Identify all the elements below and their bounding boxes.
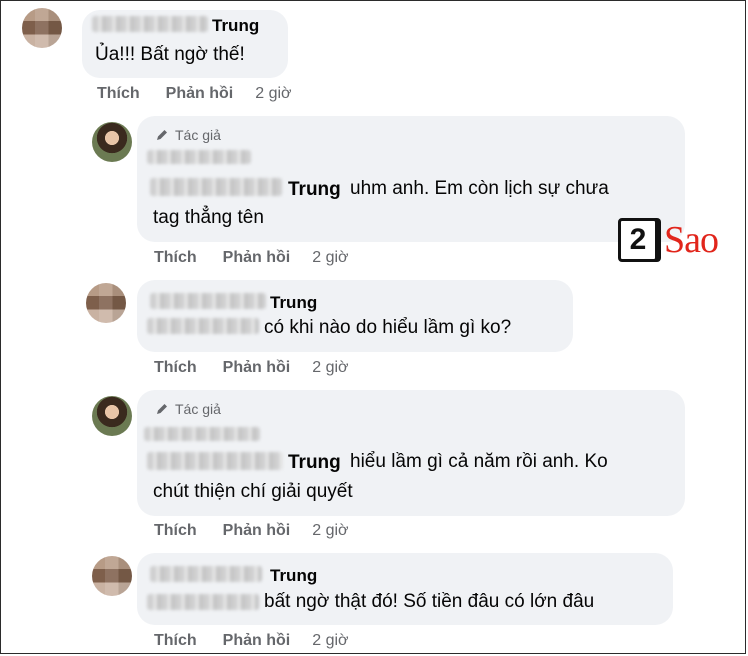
- timestamp[interactable]: 2 giờ: [312, 249, 348, 267]
- comment-text: có khi nào do hiểu lầm gì ko?: [264, 317, 512, 338]
- commenter-name[interactable]: Trung: [288, 179, 341, 201]
- author-badge-label: Tác giả: [175, 401, 221, 417]
- redacted-name: [147, 318, 259, 334]
- timestamp[interactable]: 2 giờ: [312, 522, 348, 540]
- reply-button[interactable]: Phản hồi: [223, 522, 291, 540]
- author-badge: Tác giả: [155, 127, 221, 143]
- commenter-name[interactable]: Trung: [288, 452, 341, 474]
- logo-number: 2: [618, 218, 658, 262]
- comment-actions: Thích Phản hồi 2 giờ: [97, 85, 292, 103]
- commenter-name[interactable]: Trung: [212, 16, 259, 36]
- reply-button[interactable]: Phản hồi: [223, 632, 291, 650]
- author-badge-label: Tác giả: [175, 127, 221, 143]
- logo-word: Sao: [664, 219, 719, 261]
- like-button[interactable]: Thích: [154, 522, 197, 540]
- comment-actions: Thích Phản hồi 2 giờ: [154, 249, 349, 267]
- comment-text: uhm anh. Em còn lịch sự chưa: [350, 178, 609, 199]
- redacted-name: [147, 150, 251, 164]
- reply-button[interactable]: Phản hồi: [223, 249, 291, 267]
- commenter-name[interactable]: Trung: [270, 566, 317, 586]
- pencil-icon: [157, 404, 167, 414]
- commenter-name[interactable]: Trung: [270, 293, 317, 313]
- redacted-name: [144, 427, 260, 441]
- timestamp[interactable]: 2 giờ: [312, 359, 348, 377]
- comment-text: Ủa!!! Bất ngờ thế!: [95, 44, 245, 65]
- redacted-name: [150, 293, 266, 309]
- reply-button[interactable]: Phản hồi: [223, 359, 291, 377]
- reply-button[interactable]: Phản hồi: [166, 85, 234, 103]
- like-button[interactable]: Thích: [154, 632, 197, 650]
- 2sao-logo: 2 Sao: [618, 218, 719, 262]
- redacted-name: [150, 178, 282, 196]
- pencil-icon: [157, 130, 167, 140]
- comment-actions: Thích Phản hồi 2 giờ: [154, 632, 349, 650]
- redacted-name: [92, 16, 208, 32]
- comment-text: tag thẳng tên: [153, 207, 264, 228]
- avatar[interactable]: [92, 122, 132, 162]
- avatar[interactable]: [86, 283, 126, 323]
- avatar[interactable]: [92, 396, 132, 436]
- redacted-name: [147, 452, 283, 470]
- redacted-name: [150, 566, 262, 582]
- redacted-name: [147, 594, 259, 610]
- comment-text: bất ngờ thật đó! Số tiền đâu có lớn đâu: [264, 591, 595, 612]
- comment-actions: Thích Phản hồi 2 giờ: [154, 359, 349, 377]
- avatar[interactable]: [22, 8, 62, 48]
- timestamp[interactable]: 2 giờ: [312, 632, 348, 650]
- comment-actions: Thích Phản hồi 2 giờ: [154, 522, 349, 540]
- author-badge: Tác giả: [155, 401, 221, 417]
- comment-text: hiểu lầm gì cả năm rồi anh. Ko: [350, 451, 608, 472]
- like-button[interactable]: Thích: [97, 85, 140, 103]
- like-button[interactable]: Thích: [154, 359, 197, 377]
- timestamp[interactable]: 2 giờ: [255, 85, 291, 103]
- avatar[interactable]: [92, 556, 132, 596]
- like-button[interactable]: Thích: [154, 249, 197, 267]
- comment-text: chút thiện chí giải quyết: [153, 481, 353, 502]
